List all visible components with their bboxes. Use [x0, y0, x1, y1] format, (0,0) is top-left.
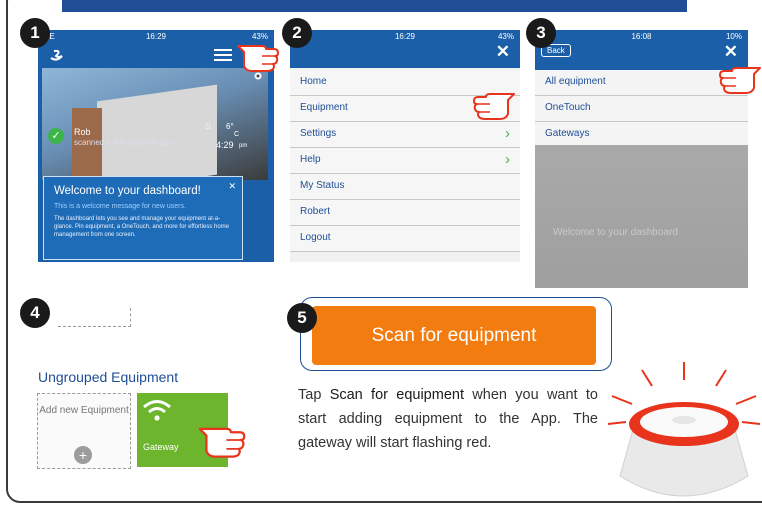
plus-icon: +: [74, 446, 92, 464]
step-5-badge: 5: [287, 303, 317, 333]
menu-item-all-equipment[interactable]: All equipment: [535, 70, 748, 96]
menu-item-label: All equipment: [545, 76, 606, 87]
ungrouped-heading: Ungrouped Equipment: [38, 369, 179, 385]
pointing-hand-icon: [719, 67, 761, 94]
welcome-body: The dashboard lets you see and manage yo…: [54, 216, 229, 238]
dotted-outline: [58, 308, 131, 327]
add-equipment-label: Add new Equipment: [39, 405, 129, 416]
status-time: 16:29: [394, 32, 416, 41]
chevron-right-icon: ›: [505, 125, 510, 142]
scan-for-equipment-button[interactable]: Scan for equipment: [312, 306, 596, 365]
menu-item-settings[interactable]: Settings ›: [290, 122, 520, 148]
check-icon: ✓: [48, 128, 64, 144]
equipment-submenu-screen: 16:08 10% Back ✕ All equipment OneTouch …: [535, 30, 748, 288]
user-name: Rob: [74, 127, 91, 137]
menu-header: EE 16:29 43% ✕: [290, 30, 520, 68]
menu-header: 16:08 10% Back ✕: [535, 30, 748, 70]
step-2-badge: 2: [282, 18, 312, 48]
gateway-device-image: [607, 362, 761, 497]
menu-item-logout[interactable]: Logout: [290, 226, 520, 252]
menu-item-onetouch[interactable]: OneTouch: [535, 96, 748, 122]
step-1-badge: 1: [20, 18, 50, 48]
status-bar: 16:08 10%: [535, 30, 748, 44]
menu-item-label: Robert: [300, 206, 331, 217]
pointing-hand-icon: [237, 45, 279, 72]
close-icon[interactable]: ✕: [228, 181, 236, 192]
add-equipment-tile[interactable]: Add new Equipment +: [37, 393, 131, 469]
desc-bold: Scan for equipment: [329, 387, 464, 403]
temperature-value: 6°: [226, 122, 234, 131]
pointing-hand-icon: [473, 93, 515, 120]
step-4-badge: 4: [20, 298, 50, 328]
menu-item-label: OneTouch: [545, 102, 591, 113]
clock-suffix: pm: [239, 143, 248, 149]
pointing-hand-icon: [198, 427, 246, 458]
dimmed-dashboard: Welcome to your dashboard: [535, 145, 748, 288]
menu-item-label: My Status: [300, 180, 345, 191]
sun-icon: ☼: [203, 120, 214, 132]
user-status: scanned a few seconds ago: [74, 138, 174, 147]
menu-item-label: Home: [300, 76, 327, 87]
welcome-title: Welcome to your dashboard!: [54, 185, 201, 197]
menu-item-label: Help: [300, 154, 321, 165]
menu-item-label: Settings: [300, 128, 337, 139]
status-bar: EE 16:29 43%: [290, 30, 520, 44]
welcome-subtitle: This is a welcome message for new users.: [54, 203, 186, 210]
close-icon[interactable]: ✕: [724, 42, 738, 62]
battery-label: 10%: [725, 32, 742, 41]
status-time: 16:08: [631, 32, 652, 41]
chevron-right-icon: ›: [505, 151, 510, 168]
menu-item-help[interactable]: Help ›: [290, 148, 520, 174]
menu-item-robert[interactable]: Robert: [290, 200, 520, 226]
home-photo: [42, 68, 268, 180]
instruction-banner: [62, 0, 687, 12]
building-shape: [97, 84, 217, 180]
menu-phone-screen: EE 16:29 43% ✕ Home Equipment Settings› …: [290, 30, 520, 262]
battery-label: 43%: [497, 32, 514, 41]
menu-item-label: Equipment: [300, 102, 348, 113]
temperature-unit: C: [234, 131, 240, 138]
hamburger-menu-icon[interactable]: [214, 49, 232, 62]
dimmed-welcome-text: Welcome to your dashboard: [553, 227, 678, 238]
menu-item-my-status[interactable]: My Status: [290, 174, 520, 200]
app-logo-icon: [50, 49, 63, 61]
gateway-label: Gateway: [143, 442, 179, 452]
wifi-icon: [143, 400, 171, 421]
menu-item-label: Gateways: [545, 128, 590, 139]
welcome-card: Welcome to your dashboard! ✕ This is a w…: [43, 176, 243, 260]
step-5-description: Tap Scan for equipment when you want to …: [298, 383, 598, 455]
menu-item-label: Logout: [300, 232, 331, 243]
step-3-badge: 3: [526, 18, 556, 48]
clock-time: 4:29: [216, 140, 234, 150]
close-icon[interactable]: ✕: [496, 42, 510, 62]
desc-pre: Tap: [298, 387, 330, 403]
